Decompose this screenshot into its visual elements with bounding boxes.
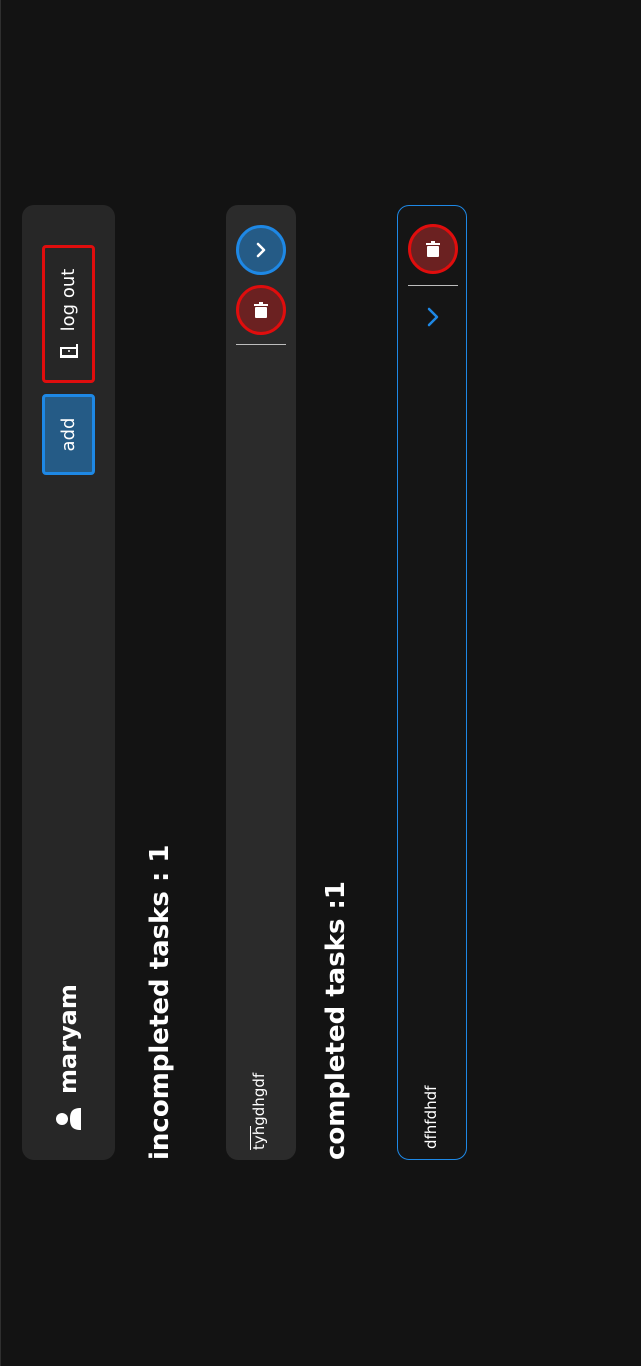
action-divider <box>408 285 458 286</box>
todo-app: maryam add log out incompleted tasks : 1… <box>22 205 482 1160</box>
uncomplete-task-button[interactable] <box>418 302 448 332</box>
incomplete-task-item: tyhgdhgdf <box>226 205 296 1160</box>
add-button-label: add <box>58 417 79 452</box>
task-text[interactable]: dfhfdhdf <box>422 1086 440 1149</box>
action-divider <box>236 344 286 345</box>
delete-task-button[interactable] <box>408 224 458 274</box>
task-text[interactable]: tyhgdhgdf <box>250 1073 268 1150</box>
logout-button-label: log out <box>58 268 79 332</box>
add-button[interactable]: add <box>42 394 95 475</box>
app-frame: maryam add log out incompleted tasks : 1… <box>0 0 640 1366</box>
header-panel: maryam add log out <box>22 205 115 1160</box>
chevron-right-icon <box>256 242 266 258</box>
incomplete-tasks-title: incompleted tasks : 1 <box>145 844 175 1160</box>
delete-task-button[interactable] <box>236 285 286 335</box>
completed-task-item: dfhfdhdf <box>397 205 467 1160</box>
complete-task-button[interactable] <box>236 225 286 275</box>
trash-icon <box>254 302 268 318</box>
door-exit-icon <box>59 344 78 359</box>
trash-icon <box>426 241 440 257</box>
logout-button[interactable]: log out <box>42 245 95 383</box>
user-info: maryam <box>48 984 88 1130</box>
username: maryam <box>54 984 82 1094</box>
chevron-right-icon <box>427 307 439 327</box>
user-icon <box>56 1108 81 1130</box>
completed-tasks-title: completed tasks :1 <box>321 880 351 1160</box>
